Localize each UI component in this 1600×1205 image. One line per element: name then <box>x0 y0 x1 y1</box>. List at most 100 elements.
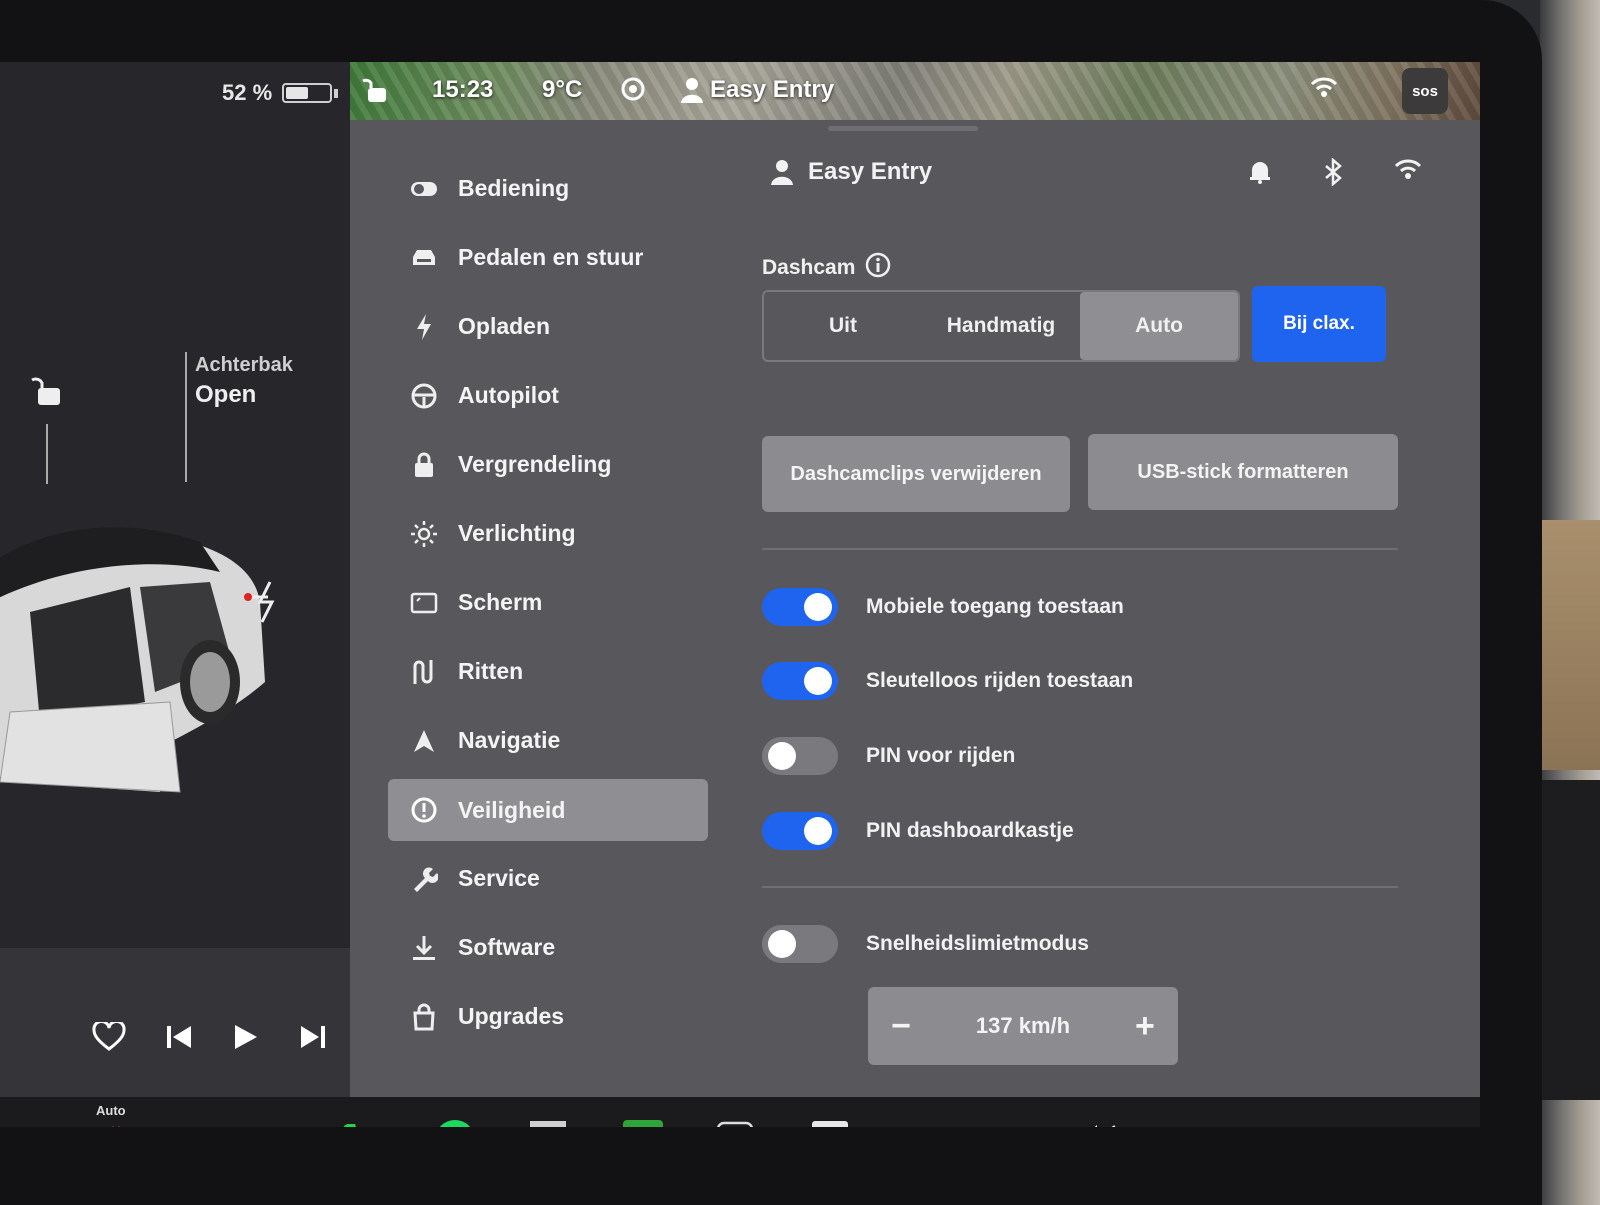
toggle-knob <box>804 593 832 621</box>
wrench-icon <box>410 865 438 893</box>
wifi-icon <box>1310 76 1338 98</box>
wiper-icon[interactable] <box>246 1125 284 1127</box>
dashcam-mode-selector: Uit Handmatig Auto <box>762 290 1240 362</box>
toggle-row: PIN dashboardkastje <box>762 812 1074 850</box>
driver-profile[interactable]: Easy Entry <box>770 158 932 186</box>
display-icon <box>410 589 438 617</box>
previous-track-icon[interactable] <box>164 1022 194 1052</box>
unlock-icon[interactable] <box>362 76 388 104</box>
favorite-heart-icon[interactable] <box>92 1022 126 1052</box>
nav-item-opladen[interactable]: Opladen <box>388 292 708 361</box>
battery-tip <box>334 88 339 98</box>
nav-item-bediening[interactable]: Bediening <box>388 154 708 223</box>
toggle-switch[interactable] <box>762 662 838 700</box>
safety-settings: Easy Entry Dashcam Uit Handmatig Auto Bij … <box>762 120 1422 1097</box>
car-status-panel: 52 % Achterbak Open <box>0 62 350 1098</box>
theater-icon[interactable] <box>810 1119 850 1127</box>
toggle-switch[interactable] <box>762 812 838 850</box>
battery-level-fill <box>286 87 309 99</box>
nav-item-label: Navigatie <box>458 727 561 753</box>
increase-speed-button[interactable]: + <box>1130 1007 1160 1046</box>
phone-icon[interactable] <box>340 1121 380 1127</box>
nav-item-label: Ritten <box>458 658 524 684</box>
nav-item-scherm[interactable]: Scherm <box>388 568 708 637</box>
nav-item-service[interactable]: Service <box>388 844 708 913</box>
dashcam-option-uit[interactable]: Uit <box>764 292 922 360</box>
sentry-icon[interactable] <box>620 76 646 102</box>
seat-heater-auto-label: Auto <box>96 1103 126 1118</box>
bluetooth-icon[interactable] <box>1322 157 1344 191</box>
nav-item-label: Service <box>458 865 540 891</box>
toggle-label: Sleutelloos rijden toestaan <box>866 669 1134 692</box>
car-icon <box>410 244 438 272</box>
nav-item-pedalen-en-stuur[interactable]: Pedalen en stuur <box>388 223 708 292</box>
decrease-speed-button[interactable]: − <box>886 1007 916 1046</box>
delete-dashcam-clips-button[interactable]: Dashcamclips verwijderen <box>762 436 1070 512</box>
toggle-row: Mobiele toegang toestaan <box>762 588 1124 626</box>
nav-item-label: Scherm <box>458 589 543 615</box>
door-unlock-icon[interactable] <box>30 374 64 413</box>
trunk-status[interactable]: Achterbak Open <box>195 354 293 409</box>
toggle-switch[interactable] <box>762 588 838 626</box>
next-track-icon[interactable] <box>298 1022 328 1052</box>
wifi-icon[interactable] <box>1394 158 1422 191</box>
profile-name: Easy Entry <box>808 158 933 185</box>
toggle-knob <box>768 742 796 770</box>
nav-item-label: Vergrendeling <box>458 451 612 477</box>
nav-item-label: Software <box>458 934 556 960</box>
speed-limit-row: Snelheidslimietmodus <box>762 925 1089 963</box>
volume-icon[interactable] <box>1076 1121 1126 1127</box>
sos-button[interactable]: sos <box>1402 68 1448 114</box>
info-icon[interactable] <box>865 252 891 284</box>
play-icon[interactable] <box>232 1022 260 1052</box>
nav-item-autopilot[interactable]: Autopilot <box>388 361 708 430</box>
trunk-open-status: Open <box>195 381 257 408</box>
nav-item-vergrendeling[interactable]: Vergrendeling <box>388 430 708 499</box>
battery-icon <box>282 83 333 103</box>
alert-circle-icon <box>410 796 438 824</box>
toggle-knob <box>804 667 832 695</box>
seat-heater-icon[interactable] <box>94 1123 130 1127</box>
media-controls <box>92 1022 328 1052</box>
toggle-knob <box>768 930 796 958</box>
person-icon <box>771 160 793 185</box>
dashcam-heading: Dashcam <box>762 252 891 284</box>
touchscreen: 52 % Achterbak Open 15:23 9°C Easy Entry… <box>0 62 1480 1127</box>
nav-item-software[interactable]: Software <box>388 913 708 982</box>
speed-value: 137 <box>975 1013 1013 1038</box>
nav-item-label: Verlichting <box>458 520 576 546</box>
nav-item-ritten[interactable]: Ritten <box>388 637 708 706</box>
bell-icon[interactable] <box>1248 158 1272 191</box>
spotify-icon[interactable] <box>434 1119 476 1127</box>
sun-icon <box>410 520 438 548</box>
header-icons <box>1248 157 1422 191</box>
nav-item-label: Pedalen en stuur <box>458 244 644 270</box>
lock-icon <box>410 451 438 479</box>
nav-item-verlichting[interactable]: Verlichting <box>388 499 708 568</box>
car-3d-model[interactable] <box>0 462 290 827</box>
dashcam-on-horn-button[interactable]: Bij clax. <box>1252 286 1386 362</box>
status-bar: 15:23 9°C Easy Entry sos <box>350 62 1480 120</box>
bottom-dock: Auto <box>0 1097 1480 1127</box>
dashcam-option-auto[interactable]: Auto <box>1080 292 1238 360</box>
speed-limit-stepper: − 137 km/h + <box>868 987 1178 1065</box>
nav-item-label: Autopilot <box>458 382 559 408</box>
toggle-switch[interactable] <box>762 737 838 775</box>
nav-item-label: Opladen <box>458 313 551 339</box>
section-divider <box>762 548 1398 550</box>
dashcam-label: Dashcam <box>762 256 856 279</box>
status-profile[interactable]: Easy Entry <box>680 76 834 104</box>
trips-icon <box>410 658 438 686</box>
nav-item-upgrades[interactable]: Upgrades <box>388 982 708 1051</box>
format-usb-button[interactable]: USB-stick formatteren <box>1088 434 1398 510</box>
more-apps-icon[interactable] <box>716 1121 754 1127</box>
nav-item-navigatie[interactable]: Navigatie <box>388 706 708 775</box>
status-profile-name: Easy Entry <box>710 76 835 103</box>
trunk-label: Achterbak <box>195 354 293 376</box>
calendar-icon[interactable] <box>528 1119 568 1127</box>
energy-app-icon[interactable] <box>622 1119 664 1127</box>
dashcam-option-handmatig[interactable]: Handmatig <box>922 292 1080 360</box>
section-divider <box>762 886 1398 888</box>
speed-limit-toggle[interactable] <box>762 925 838 963</box>
nav-item-veiligheid[interactable]: Veiligheid <box>388 779 708 841</box>
